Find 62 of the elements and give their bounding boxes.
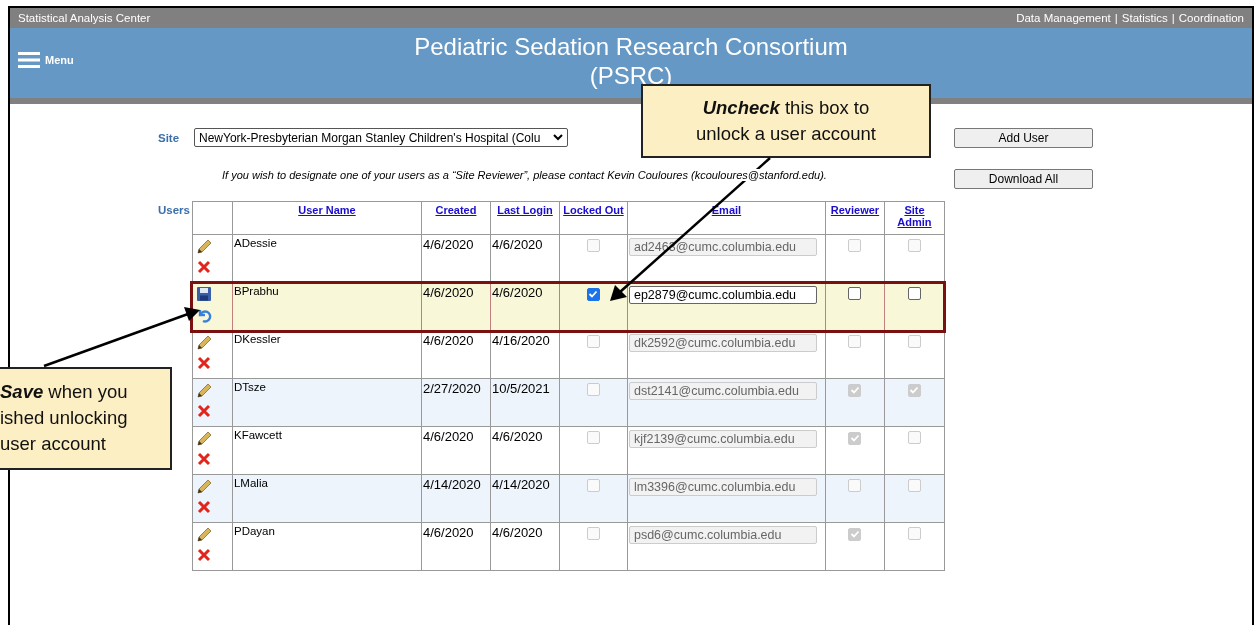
column-header-link[interactable]: User Name	[298, 204, 356, 216]
table-cell: 4/6/2020	[421, 522, 491, 571]
brand-text: Statistical Analysis Center	[18, 12, 151, 24]
nav-link[interactable]: Data Management	[1016, 12, 1111, 24]
table-cell: 4/6/2020	[421, 282, 491, 331]
email-field[interactable]: ep2879@cumc.columbia.edu	[628, 286, 817, 304]
pencil-icon[interactable]	[195, 478, 212, 494]
table-cell: 4/6/2020	[421, 426, 491, 475]
pencil-icon[interactable]	[195, 382, 212, 398]
site-label: Site	[158, 131, 181, 144]
delete-icon[interactable]	[195, 547, 212, 563]
table-cell: ADessie	[232, 234, 422, 283]
pencil-icon[interactable]	[195, 526, 212, 542]
notice-text: If you wish to designate one of your users as a “Site Reviewer”, please contact Kevin Couloures (kcouloures@stanford.edu).	[222, 169, 827, 181]
table-cell: KFawcett	[232, 426, 422, 475]
delete-icon[interactable]	[195, 499, 212, 515]
nav-link[interactable]: Statistics	[1121, 12, 1168, 24]
table-cell: 4/16/2020	[490, 330, 560, 379]
table-cell: 10/5/2021	[490, 378, 560, 427]
table-cell: 4/14/2020	[490, 474, 560, 523]
users-label: Users	[158, 204, 190, 216]
separator-text: |	[1114, 12, 1118, 24]
table-cell: 4/6/2020	[490, 282, 560, 331]
callout-text: Save when you ished unlocking user account	[0, 380, 129, 456]
table-cell: 4/6/2020	[490, 522, 560, 571]
pencil-icon[interactable]	[195, 334, 212, 350]
menu-icon	[18, 52, 40, 68]
save-icon[interactable]	[195, 286, 212, 302]
table-cell: 4/6/2020	[421, 330, 491, 379]
email-field[interactable]: dst2141@cumc.columbia.edu	[628, 382, 817, 400]
email-field[interactable]: dk2592@cumc.columbia.edu	[628, 334, 817, 352]
delete-icon[interactable]	[195, 451, 212, 467]
table-cell: 4/6/2020	[490, 234, 560, 283]
table-cell: LMalia	[232, 474, 422, 523]
table-cell: 2/27/2020	[421, 378, 491, 427]
checkbox[interactable]	[848, 287, 862, 300]
delete-icon[interactable]	[195, 259, 212, 275]
pencil-icon[interactable]	[195, 430, 212, 446]
delete-icon[interactable]	[195, 403, 212, 419]
table-cell: DKessler	[232, 330, 422, 379]
pencil-icon[interactable]	[195, 238, 212, 254]
page-title: (PSRC)	[588, 61, 674, 90]
table-cell: DTsze	[232, 378, 422, 427]
callout-text: Uncheck this box to unlock a user account	[695, 96, 877, 146]
table-cell: PDayan	[232, 522, 422, 571]
checkbox[interactable]	[586, 287, 600, 301]
table-cell: BPrabhu	[232, 282, 422, 331]
table-cell: 4/6/2020	[490, 426, 560, 475]
action-button[interactable]: Download All	[954, 169, 1093, 189]
checkbox[interactable]	[907, 287, 921, 300]
separator-text: |	[1171, 12, 1175, 24]
email-field[interactable]: psd6@cumc.columbia.edu	[628, 526, 817, 544]
email-field[interactable]: kjf2139@cumc.columbia.edu	[628, 430, 817, 448]
page-title: Pediatric Sedation Research Consortium	[413, 32, 849, 61]
action-button[interactable]: Add User	[954, 128, 1093, 148]
nav-link[interactable]: Coordination	[1178, 12, 1244, 24]
delete-icon[interactable]	[195, 355, 212, 371]
table-cell: 4/14/2020	[421, 474, 491, 523]
site-dropdown[interactable]: NewYork-Presbyterian Morgan Stanley Children's Hospital (Colu	[194, 128, 568, 147]
table-cell: 4/6/2020	[421, 234, 491, 283]
email-field[interactable]: lm3396@cumc.columbia.edu	[628, 478, 817, 496]
chevron-icon	[553, 134, 563, 141]
